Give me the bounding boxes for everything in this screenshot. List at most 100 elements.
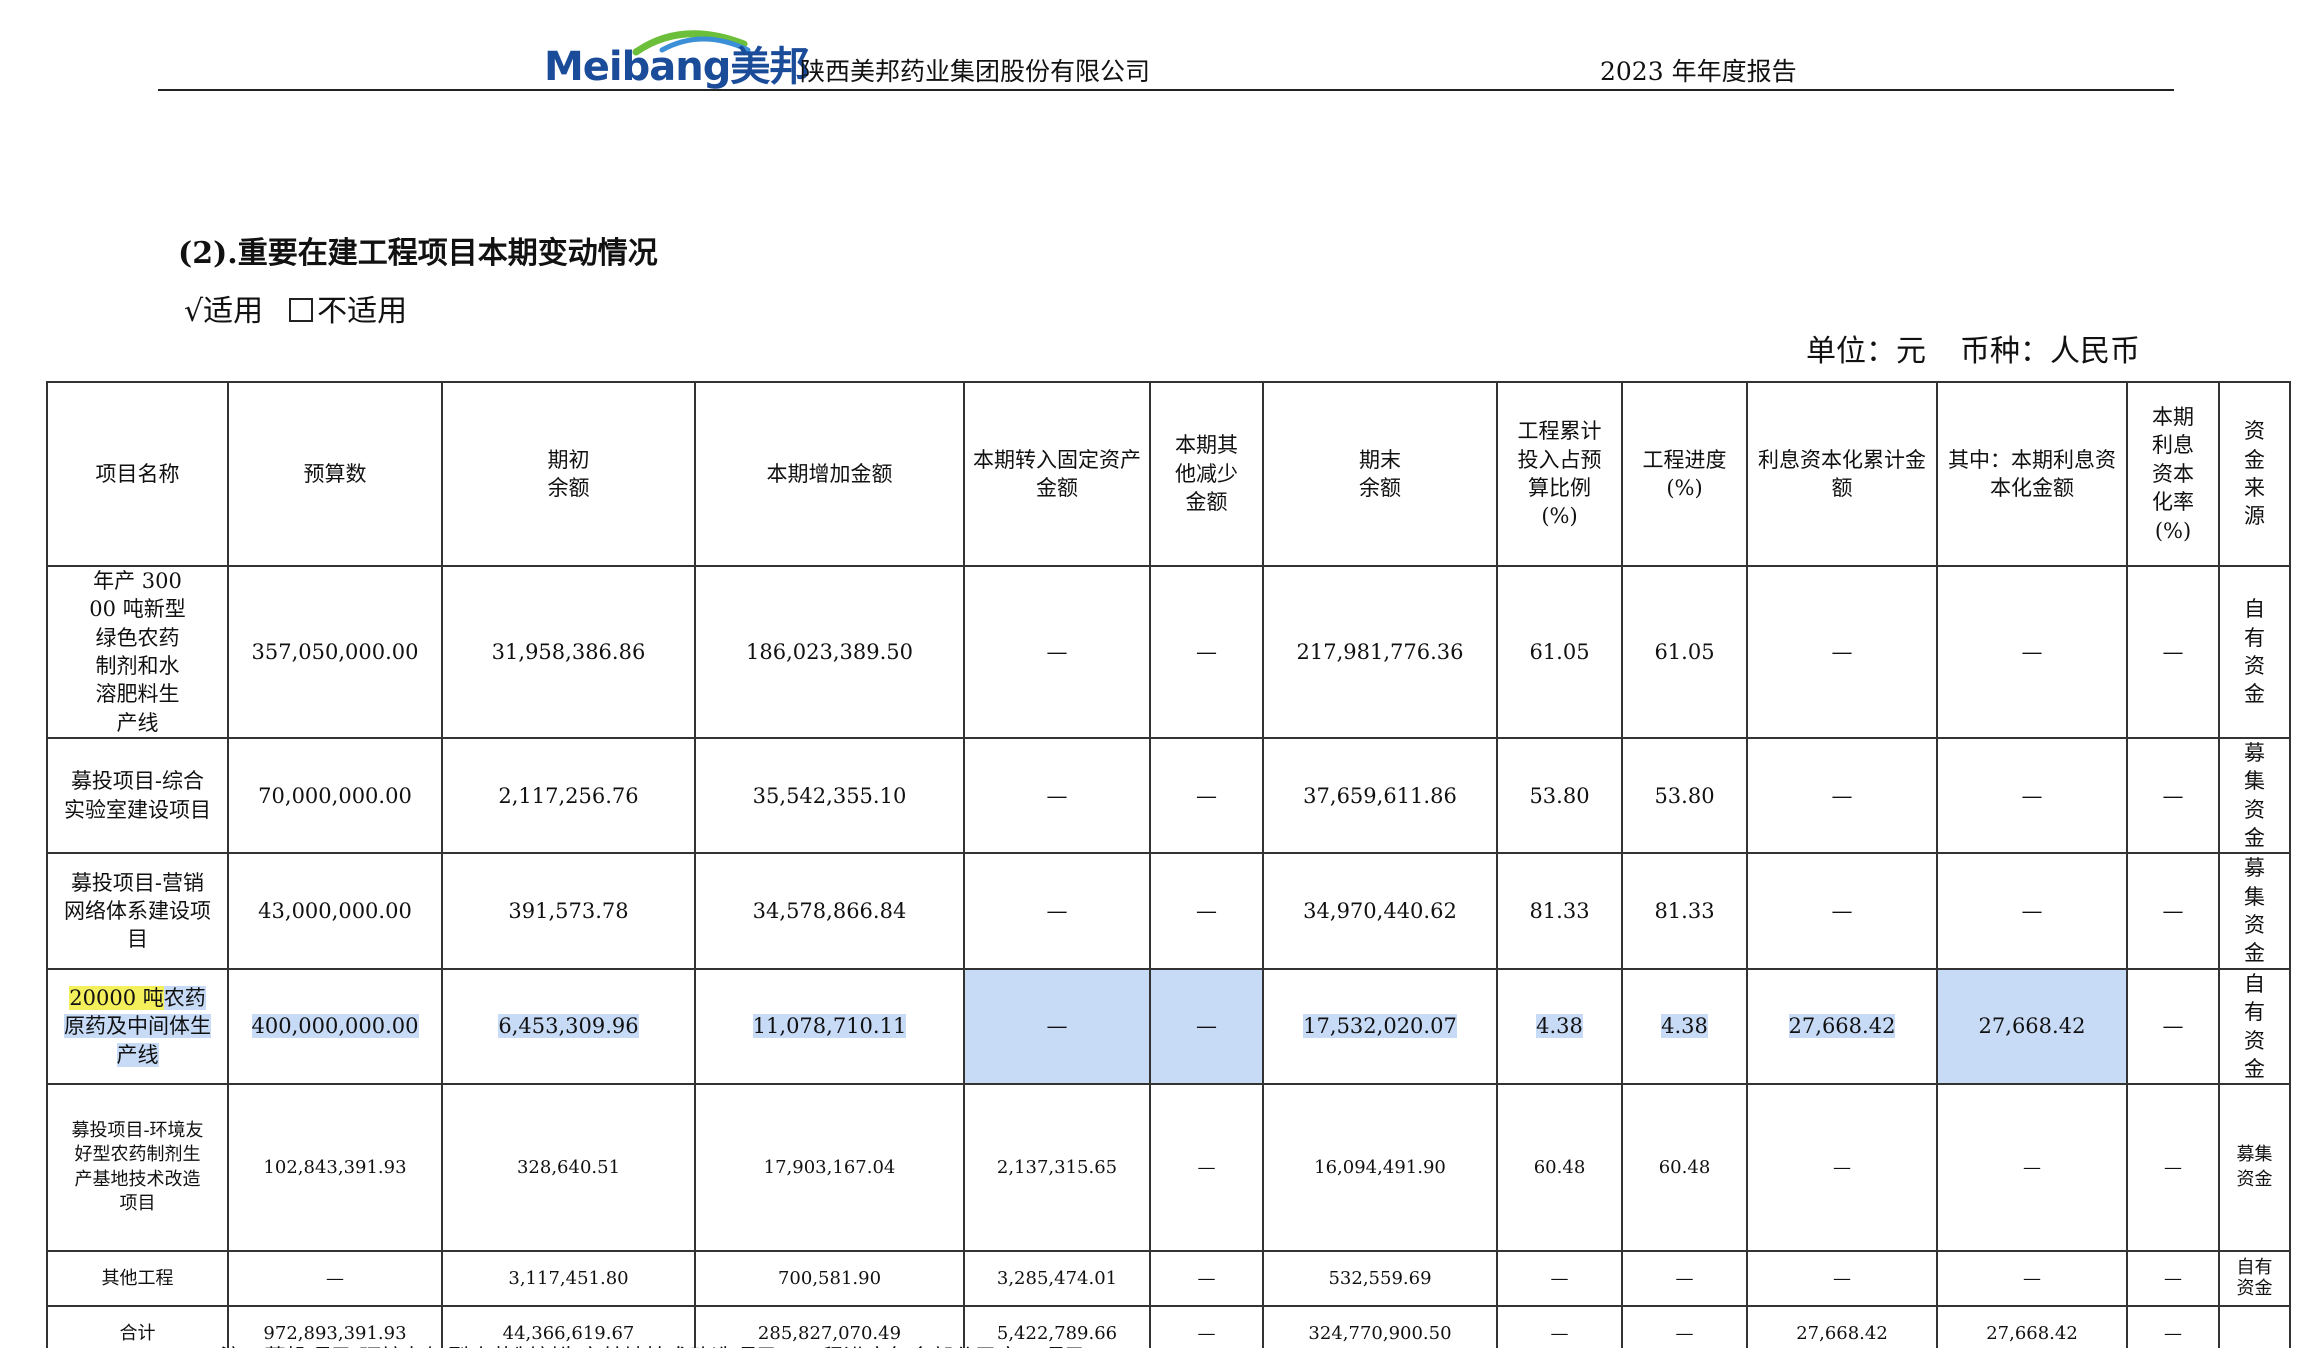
fund-source-cell: 募集资金 xyxy=(2218,737,2291,855)
report-title: 2023 年年度报告 xyxy=(1600,57,1797,86)
increase-cell[interactable]: 11,078,710.11 xyxy=(694,967,965,1086)
other-decrease-cell: — xyxy=(1149,737,1264,855)
interest-cap-period-cell[interactable]: 27,668.42 xyxy=(1936,967,2128,1086)
header-cell: 期初 余额 xyxy=(441,381,696,567)
interest-cap-cumulative-cell[interactable]: 27,668.42 xyxy=(1746,967,1938,1086)
progress-cell: 81.33 xyxy=(1621,852,1748,970)
opening-balance-cell: 31,958,386.86 xyxy=(441,564,696,740)
table-row-selected[interactable]: 20000 吨农药原药及中间体生产线 400,000,000.00 6,453,… xyxy=(46,967,2291,1086)
budget-cell: 43,000,000.00 xyxy=(227,852,443,970)
other-decrease-cell: — xyxy=(1149,1250,1264,1308)
highlighted-text: 20000 吨 xyxy=(69,985,164,1010)
interest-rate-cell[interactable]: — xyxy=(2126,967,2220,1086)
opening-balance-cell[interactable]: 6,453,309.96 xyxy=(441,967,696,1086)
header-cell: 利息资本化累计金额 xyxy=(1746,381,1938,567)
currency-label: 币种：人民币 xyxy=(1960,334,2140,369)
closing-balance-cell: 37,659,611.86 xyxy=(1262,737,1498,855)
interest-cap-cumulative-cell: — xyxy=(1746,564,1938,740)
document-page: Meibang美邦 陕西美邦药业集团股份有限公司 2023 年年度报告 (2).… xyxy=(0,0,2324,1348)
opening-balance-cell: 3,117,451.80 xyxy=(441,1250,696,1308)
transfer-fixed-asset-cell: 3,285,474.01 xyxy=(963,1250,1151,1308)
interest-cap-period-cell: 27,668.42 xyxy=(1936,1305,2128,1348)
closing-balance-cell: 324,770,900.50 xyxy=(1262,1305,1498,1348)
unit-line: 单位：元 币种：人民币 xyxy=(1806,326,2140,370)
project-name-cell: 募投项目-营销网络体系建设项目 xyxy=(46,852,229,970)
interest-rate-cell: — xyxy=(2126,737,2220,855)
fund-source-cell xyxy=(2218,1305,2291,1348)
header-cell: 其中：本期利息资本化金额 xyxy=(1936,381,2128,567)
progress-cell: 53.80 xyxy=(1621,737,1748,855)
interest-cap-period-cell: — xyxy=(1936,1250,2128,1308)
budget-ratio-cell: — xyxy=(1496,1250,1623,1308)
header-divider xyxy=(158,89,2174,91)
increase-cell: 34,578,866.84 xyxy=(694,852,965,970)
other-decrease-cell[interactable]: — xyxy=(1149,967,1264,1086)
interest-cap-period-cell: — xyxy=(1936,564,2128,740)
header-cell: 本期其他减少金额 xyxy=(1149,381,1264,567)
opening-balance-cell: 328,640.51 xyxy=(441,1083,696,1253)
closing-balance-cell[interactable]: 17,532,020.07 xyxy=(1262,967,1498,1086)
table-row: 募投项目-营销网络体系建设项目 43,000,000.00 391,573.78… xyxy=(46,852,2291,970)
table-header-row: 项目名称 预算数 期初 余额 本期增加金额 本期转入固定资产金额 本期其他减少金… xyxy=(46,381,2291,567)
increase-cell: 186,023,389.50 xyxy=(694,564,965,740)
interest-cap-cumulative-cell: — xyxy=(1746,1250,1938,1308)
closing-balance-cell: 34,970,440.62 xyxy=(1262,852,1498,970)
table-row: 募投项目-综合实验室建设项目 70,000,000.00 2,117,256.7… xyxy=(46,737,2291,855)
fund-source-cell: 自有资金 xyxy=(2218,564,2291,740)
fund-source-cell: 自有资金 xyxy=(2218,1250,2291,1308)
budget-ratio-cell: 81.33 xyxy=(1496,852,1623,970)
fund-source-cell: 自有资金 xyxy=(2218,967,2291,1086)
fund-source-cell: 募集资金 xyxy=(2218,1083,2291,1253)
closing-balance-cell: 217,981,776.36 xyxy=(1262,564,1498,740)
budget-ratio-cell: — xyxy=(1496,1305,1623,1348)
interest-cap-period-cell: — xyxy=(1936,1083,2128,1253)
interest-cap-period-cell: — xyxy=(1936,852,2128,970)
other-decrease-cell: — xyxy=(1149,1305,1264,1348)
budget-cell: 357,050,000.00 xyxy=(227,564,443,740)
transfer-fixed-asset-cell: — xyxy=(963,852,1151,970)
budget-ratio-cell: 60.48 xyxy=(1496,1083,1623,1253)
progress-cell[interactable]: 4.38 xyxy=(1621,967,1748,1086)
interest-cap-cumulative-cell: — xyxy=(1746,737,1938,855)
transfer-fixed-asset-cell: 2,137,315.65 xyxy=(963,1083,1151,1253)
interest-rate-cell: — xyxy=(2126,1305,2220,1348)
budget-ratio-cell: 61.05 xyxy=(1496,564,1623,740)
unit-label: 单位：元 xyxy=(1806,334,1926,369)
section-title: (2).重要在建工程项目本期变动情况 xyxy=(178,236,658,271)
transfer-fixed-asset-cell[interactable]: — xyxy=(963,967,1151,1086)
transfer-fixed-asset-cell: — xyxy=(963,564,1151,740)
opening-balance-cell: 391,573.78 xyxy=(441,852,696,970)
project-name-cell: 其他工程 xyxy=(46,1250,229,1308)
interest-cap-period-cell: — xyxy=(1936,737,2128,855)
header-cell: 预算数 xyxy=(227,381,443,567)
total-label-cell: 合计 xyxy=(46,1305,229,1348)
logo-text: Meibang美邦 xyxy=(544,44,809,90)
checkbox-empty-icon xyxy=(289,298,314,322)
header-cell: 期末 余额 xyxy=(1262,381,1498,567)
project-name-cell[interactable]: 20000 吨农药原药及中间体生产线 xyxy=(46,967,229,1086)
increase-cell: 17,903,167.04 xyxy=(694,1083,965,1253)
budget-cell: — xyxy=(227,1250,443,1308)
interest-cap-cumulative-cell: — xyxy=(1746,852,1938,970)
closing-balance-cell: 16,094,491.90 xyxy=(1262,1083,1498,1253)
interest-rate-cell: — xyxy=(2126,1250,2220,1308)
other-decrease-cell: — xyxy=(1149,564,1264,740)
transfer-fixed-asset-cell: — xyxy=(963,737,1151,855)
header-cell: 本期利息资本化率(%) xyxy=(2126,381,2220,567)
progress-cell: 60.48 xyxy=(1621,1083,1748,1253)
fund-source-cell: 募集资金 xyxy=(2218,852,2291,970)
table-row: 年产 30000 吨新型绿色农药制剂和水溶肥料生产线 357,050,000.0… xyxy=(46,564,2291,740)
interest-cap-cumulative-cell: 27,668.42 xyxy=(1746,1305,1938,1348)
applicability-line: √适用 不适用 xyxy=(184,286,407,330)
header-cell: 本期增加金额 xyxy=(694,381,965,567)
interest-cap-cumulative-cell: — xyxy=(1746,1083,1938,1253)
other-decrease-cell: — xyxy=(1149,852,1264,970)
budget-ratio-cell: 53.80 xyxy=(1496,737,1623,855)
budget-ratio-cell[interactable]: 4.38 xyxy=(1496,967,1623,1086)
budget-cell: 70,000,000.00 xyxy=(227,737,443,855)
increase-cell: 700,581.90 xyxy=(694,1250,965,1308)
progress-cell: 61.05 xyxy=(1621,564,1748,740)
closing-balance-cell: 532,559.69 xyxy=(1262,1250,1498,1308)
company-name: 陕西美邦药业集团股份有限公司 xyxy=(800,57,1151,86)
budget-cell[interactable]: 400,000,000.00 xyxy=(227,967,443,1086)
